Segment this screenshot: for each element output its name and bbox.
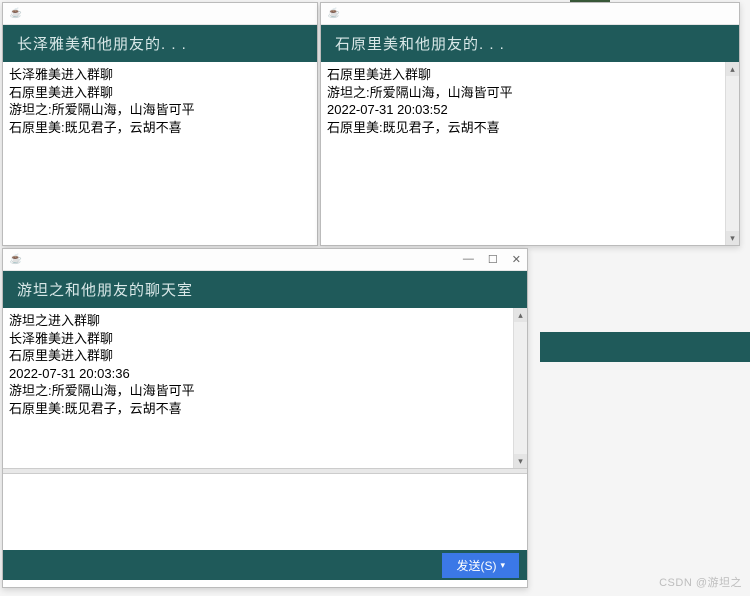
chat-line: 石原里美:既见君子，云胡不喜 bbox=[9, 400, 521, 418]
chat-line: 游坦之:所爱隔山海，山海皆可平 bbox=[9, 382, 521, 400]
chat-area-c: 游坦之进入群聊 长泽雅美进入群聊 石原里美进入群聊 2022-07-31 20:… bbox=[3, 308, 527, 468]
chat-line: 游坦之进入群聊 bbox=[9, 312, 521, 330]
bg-strip-1 bbox=[540, 332, 750, 362]
chat-header-b: 石原里美和他朋友的. . . bbox=[321, 25, 739, 62]
chat-header-a: 长泽雅美和他朋友的. . . bbox=[3, 25, 317, 62]
chat-line: 游坦之:所爱隔山海，山海皆可平 bbox=[327, 84, 733, 102]
chat-line: 石原里美进入群聊 bbox=[9, 347, 521, 365]
watermark: CSDN @游坦之 bbox=[659, 574, 742, 590]
chevron-down-icon: ▾ bbox=[500, 560, 505, 571]
maximize-button[interactable]: ☐ bbox=[488, 253, 498, 266]
scroll-up-icon[interactable]: ▴ bbox=[726, 62, 739, 76]
java-icon: ☕ bbox=[9, 253, 23, 267]
chat-line: 石原里美进入群聊 bbox=[327, 66, 733, 84]
chat-line: 长泽雅美进入群聊 bbox=[9, 330, 521, 348]
chat-header-c: 游坦之和他朋友的聊天室 bbox=[3, 271, 527, 308]
chat-line: 石原里美:既见君子，云胡不喜 bbox=[327, 119, 733, 137]
chat-window-b: ☕ 石原里美和他朋友的. . . 石原里美进入群聊 游坦之:所爱隔山海，山海皆可… bbox=[320, 2, 740, 246]
scroll-down-icon[interactable]: ▾ bbox=[514, 454, 527, 468]
send-button-label: 发送(S) bbox=[456, 557, 496, 574]
chat-line: 石原里美进入群聊 bbox=[9, 84, 311, 102]
java-icon: ☕ bbox=[327, 7, 341, 21]
minimize-button[interactable]: — bbox=[463, 253, 474, 266]
titlebar-c[interactable]: ☕ — ☐ ✕ bbox=[3, 249, 527, 271]
scroll-down-icon[interactable]: ▾ bbox=[726, 231, 739, 245]
send-button[interactable]: 发送(S) ▾ bbox=[442, 553, 519, 578]
chat-window-c: ☕ — ☐ ✕ 游坦之和他朋友的聊天室 游坦之进入群聊 长泽雅美进入群聊 石原里… bbox=[2, 248, 528, 588]
chat-area-b: 石原里美进入群聊 游坦之:所爱隔山海，山海皆可平 2022-07-31 20:0… bbox=[321, 62, 739, 245]
chat-line: 游坦之:所爱隔山海，山海皆可平 bbox=[9, 101, 311, 119]
titlebar-a[interactable]: ☕ bbox=[3, 3, 317, 25]
chat-window-a: ☕ 长泽雅美和他朋友的. . . 长泽雅美进入群聊 石原里美进入群聊 游坦之:所… bbox=[2, 2, 318, 246]
scrollbar[interactable]: ▴ ▾ bbox=[513, 308, 527, 468]
scroll-up-icon[interactable]: ▴ bbox=[514, 308, 527, 322]
chat-line: 长泽雅美进入群聊 bbox=[9, 66, 311, 84]
message-input[interactable] bbox=[3, 474, 527, 550]
chat-footer: 发送(S) ▾ bbox=[3, 550, 527, 580]
chat-area-a: 长泽雅美进入群聊 石原里美进入群聊 游坦之:所爱隔山海，山海皆可平 石原里美:既… bbox=[3, 62, 317, 245]
chat-line: 石原里美:既见君子，云胡不喜 bbox=[9, 119, 311, 137]
chat-line: 2022-07-31 20:03:36 bbox=[9, 365, 521, 383]
close-button[interactable]: ✕ bbox=[512, 253, 521, 266]
titlebar-b[interactable]: ☕ bbox=[321, 3, 739, 25]
chat-line: 2022-07-31 20:03:52 bbox=[327, 101, 733, 119]
scrollbar[interactable]: ▴ ▾ bbox=[725, 62, 739, 245]
java-icon: ☕ bbox=[9, 7, 23, 21]
